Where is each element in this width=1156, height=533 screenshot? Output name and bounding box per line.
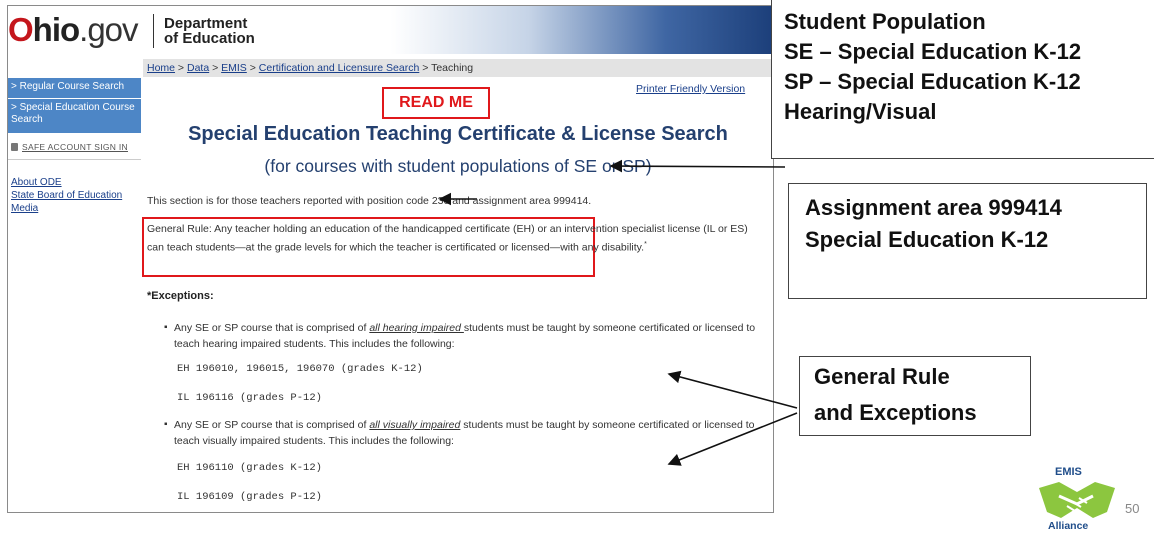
site-header: Ohio.gov Department of Education xyxy=(8,6,773,54)
callout-line: Special Education K-12 xyxy=(805,227,1049,252)
breadcrumb-home[interactable]: Home xyxy=(147,62,175,74)
page-subtitle: (for courses with student populations of… xyxy=(264,156,652,176)
breadcrumb-sep: > xyxy=(246,62,259,74)
callout-line: SE – Special Education K-12 xyxy=(784,39,1082,64)
exc2-emphasis: all visually impaired xyxy=(369,419,461,431)
code-line: IL 196116 (grades P-12) xyxy=(177,392,322,404)
callout-line: and Exceptions xyxy=(814,400,977,425)
screenshot-frame: Ohio.gov Department of Education Home > … xyxy=(7,5,774,513)
safe-account-label: SAFE ACCOUNT SIGN IN xyxy=(22,142,128,152)
code-line: EH 196110 (grades K-12) xyxy=(177,462,322,474)
section-description: This section is for those teachers repor… xyxy=(147,195,592,207)
logo-gov: .gov xyxy=(79,11,138,48)
callout-line: Assignment area 999414 xyxy=(805,195,1062,220)
sidebar-item-state-board[interactable]: State Board of Education xyxy=(8,189,141,202)
page-title: Special Education Teaching Certificate &… xyxy=(188,123,728,145)
dept-line1: Department xyxy=(164,15,248,32)
logo-divider xyxy=(153,14,154,48)
alliance-label: Alliance xyxy=(1048,520,1089,532)
breadcrumb: Home > Data > EMIS > Certification and L… xyxy=(143,59,773,77)
general-rule-body: General Rule: Any teacher holding an edu… xyxy=(147,223,748,254)
callout-line: SP – Special Education K-12 xyxy=(784,69,1081,94)
logo-hio: hio xyxy=(32,11,80,48)
callout-line: Hearing/Visual xyxy=(784,99,937,124)
sidebar-item-media[interactable]: Media xyxy=(8,202,141,215)
exc1-emphasis: all hearing impaired xyxy=(369,322,464,334)
emis-alliance-logo: EMIS Alliance xyxy=(1037,466,1117,532)
assignment-area-callout: Assignment area 999414 Special Education… xyxy=(788,183,1147,299)
read-me-label: READ ME xyxy=(382,87,490,119)
student-population-callout: Student Population SE – Special Educatio… xyxy=(771,0,1154,159)
callout-line: Student Population xyxy=(784,9,986,34)
breadcrumb-data[interactable]: Data xyxy=(187,62,209,74)
breadcrumb-current: Teaching xyxy=(431,62,474,74)
sidebar: > Regular Course Search > Special Educat… xyxy=(8,78,141,215)
callout-line: General Rule xyxy=(814,364,950,389)
handshake-icon xyxy=(1039,482,1115,518)
breadcrumb-sep: > xyxy=(209,62,222,74)
general-rule-callout: General Rule and Exceptions xyxy=(799,356,1031,436)
printer-friendly-link[interactable]: Printer Friendly Version xyxy=(636,83,745,95)
dept-line2: of Education xyxy=(164,30,255,47)
exc2-pre: Any SE or SP course that is comprised of xyxy=(174,419,370,431)
footnote-mark: * xyxy=(644,241,647,248)
lock-icon xyxy=(11,143,18,151)
page-number: 50 xyxy=(1125,501,1140,516)
general-rule-text: General Rule: Any teacher holding an edu… xyxy=(147,221,763,256)
exc1-pre: Any SE or SP course that is comprised of xyxy=(174,322,370,334)
code-line: IL 196109 (grades P-12) xyxy=(177,491,322,503)
sidebar-item-special-education-course-search[interactable]: > Special Education Course Search xyxy=(8,99,141,134)
breadcrumb-certification[interactable]: Certification and Licensure Search xyxy=(259,62,420,74)
safe-account-sign-in[interactable]: SAFE ACCOUNT SIGN IN xyxy=(8,142,141,152)
department-name: Department of Education xyxy=(164,16,255,46)
sidebar-item-about-ode[interactable]: About ODE xyxy=(8,176,141,189)
breadcrumb-sep: > xyxy=(419,62,432,74)
exceptions-heading: *Exceptions: xyxy=(147,290,214,302)
breadcrumb-sep: > xyxy=(175,62,187,74)
sidebar-item-regular-course-search[interactable]: > Regular Course Search xyxy=(8,78,141,99)
ohio-gov-logo[interactable]: Ohio.gov xyxy=(8,11,139,48)
code-line: EH 196010, 196015, 196070 (grades K-12) xyxy=(177,363,423,375)
logo-o: O xyxy=(8,11,34,48)
exception-hearing: Any SE or SP course that is comprised of… xyxy=(164,320,772,352)
emis-label: EMIS xyxy=(1055,466,1082,478)
exception-visual: Any SE or SP course that is comprised of… xyxy=(164,417,772,449)
breadcrumb-emis[interactable]: EMIS xyxy=(221,62,247,74)
